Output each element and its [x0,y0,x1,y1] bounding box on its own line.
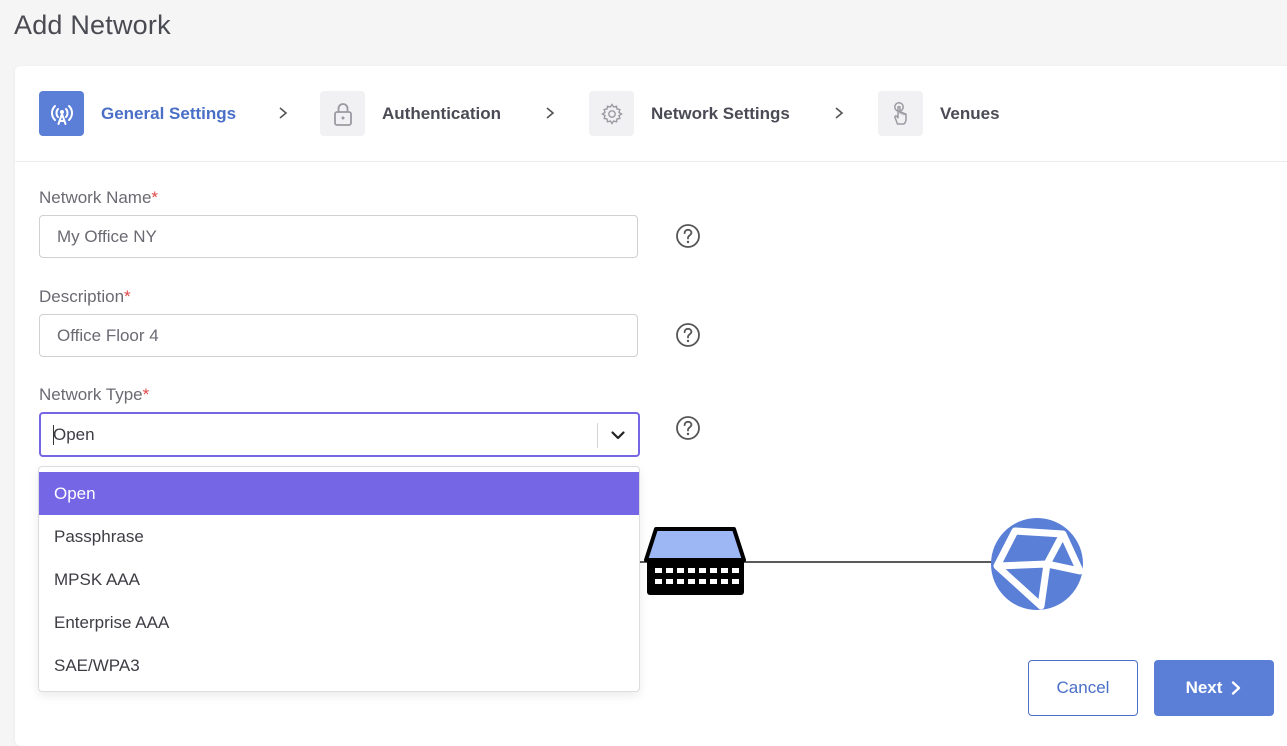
page-title: Add Network [14,10,171,41]
chevron-right-icon [1230,680,1242,696]
option-passphrase[interactable]: Passphrase [39,515,639,558]
router-icon [646,529,744,595]
option-open[interactable]: Open [39,472,639,515]
cancel-button[interactable]: Cancel [1028,660,1138,716]
globe-icon [991,518,1083,610]
next-button[interactable]: Next [1154,660,1274,716]
network-type-dropdown: Open Passphrase MPSK AAA Enterprise AAA … [38,466,640,692]
option-mpsk-aaa[interactable]: MPSK AAA [39,558,639,601]
add-network-card: General Settings Authentication [15,66,1287,746]
next-button-label: Next [1186,678,1223,698]
option-sae-wpa3[interactable]: SAE/WPA3 [39,644,639,687]
option-enterprise-aaa[interactable]: Enterprise AAA [39,601,639,644]
